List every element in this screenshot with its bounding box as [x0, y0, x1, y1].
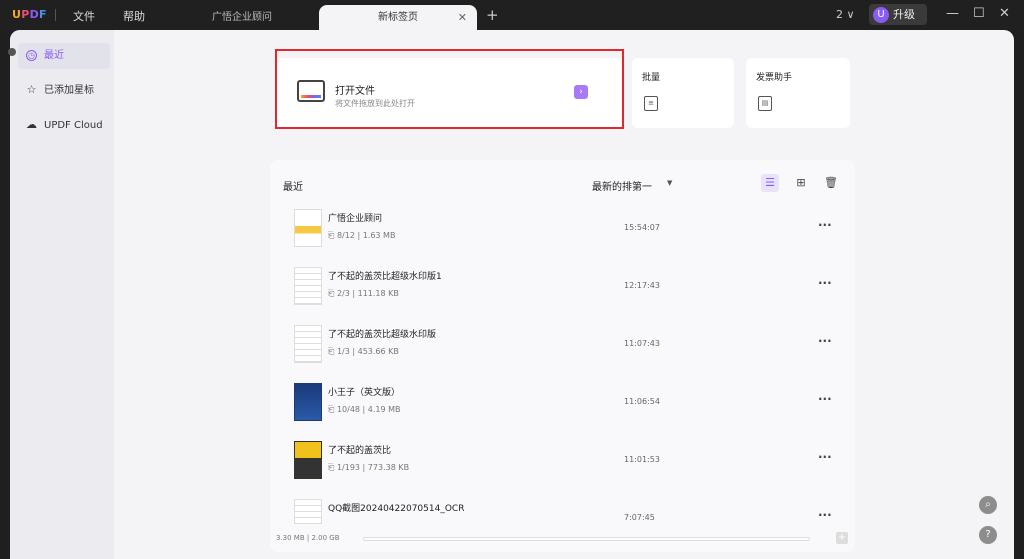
minimize-icon[interactable]: — — [946, 6, 959, 21]
sidebar-item-label: 最近 — [44, 50, 64, 61]
file-size: 1.63 MB — [362, 231, 396, 240]
file-name: 广悟企业顾问 — [328, 214, 383, 224]
more-icon[interactable]: ··· — [818, 218, 832, 232]
file-thumbnail — [294, 209, 322, 247]
recent-title: 最近 — [283, 182, 303, 193]
grid-view-icon[interactable]: ⊞ — [792, 174, 810, 192]
file-time: 11:01:53 — [624, 455, 660, 464]
file-name: 了不起的盖茨比 — [328, 446, 392, 456]
file-meta: ⎗ 2/3 | 111.18 KB — [328, 289, 399, 298]
menu-separator — [55, 9, 56, 21]
page-count-dropdown[interactable]: 2 ∨ — [836, 8, 855, 21]
batch-title: 批量 — [642, 73, 661, 83]
storage-usage: 3.30 MB | 2.00 GB — [276, 534, 340, 542]
invoice-title: 发票助手 — [756, 73, 793, 83]
file-name: 小王子（英文版） — [328, 388, 401, 398]
clock-icon: ◷ — [26, 50, 37, 61]
list-item[interactable]: 广悟企业顾问 ⎗ 8/12 | 1.63 MB 15:54:07 ··· — [270, 202, 855, 260]
more-icon[interactable]: ··· — [818, 508, 832, 522]
storage-bar — [363, 537, 810, 541]
tab-new[interactable]: 新标签页 ✕ — [319, 5, 477, 30]
tab-label: 广悟企业顾问 — [212, 12, 272, 23]
list-view-icon[interactable]: ☰ — [761, 174, 779, 192]
recent-files-panel: 最近 最新的排第一 ▼ ☰ ⊞ 🗑 广悟企业顾问 ⎗ 8/12 | 1.63 M… — [270, 160, 855, 552]
file-thumbnail — [294, 325, 322, 363]
file-time: 7:07:45 — [624, 513, 655, 522]
file-pages: 8/12 — [336, 231, 355, 240]
file-size: 4.19 MB — [367, 405, 401, 414]
close-window-icon[interactable]: ✕ — [999, 6, 1010, 21]
file-name: 了不起的盖茨比超级水印版 — [328, 330, 437, 340]
tab-label: 新标签页 — [378, 12, 418, 23]
list-item[interactable]: QQ截图20240422070514_OCR 7:07:45 ··· — [270, 492, 855, 524]
file-pages: 1/3 — [336, 347, 350, 356]
file-time: 11:07:43 — [624, 339, 660, 348]
tab-document[interactable]: 广悟企业顾问 — [190, 5, 315, 30]
file-name: QQ截图20240422070514_OCR — [328, 504, 465, 514]
caret-down-icon[interactable]: ▼ — [667, 179, 672, 187]
more-icon[interactable]: ··· — [818, 276, 832, 290]
file-pages: 1/193 — [336, 463, 361, 472]
list-item[interactable]: 了不起的盖茨比超级水印版 ⎗ 1/3 | 453.66 KB 11:07:43 … — [270, 318, 855, 376]
file-meta: ⎗ 1/3 | 453.66 KB — [328, 347, 399, 356]
search-icon[interactable]: ⌕ — [979, 496, 997, 514]
more-icon[interactable]: ··· — [818, 334, 832, 348]
file-pages: 2/3 — [336, 289, 350, 298]
file-meta: ⎗ 8/12 | 1.63 MB — [328, 231, 396, 240]
cloud-icon: ☁ — [26, 118, 37, 131]
sidebar-item-cloud[interactable]: ☁ UPDF Cloud — [18, 113, 110, 139]
file-name: 了不起的盖茨比超级水印版1 — [328, 272, 442, 282]
more-icon[interactable]: ··· — [818, 392, 832, 406]
file-time: 15:54:07 — [624, 223, 660, 232]
updf-logo: UPDF — [12, 8, 47, 21]
list-item[interactable]: 了不起的盖茨比 ⎗ 1/193 | 773.38 KB 11:01:53 ··· — [270, 434, 855, 492]
highlight-box — [275, 49, 624, 129]
plus-icon[interactable]: + — [836, 532, 848, 544]
menu-help[interactable]: 帮助 — [123, 8, 145, 24]
sidebar-item-recent[interactable]: ◷ 最近 — [18, 43, 110, 69]
upgrade-label: 升级 — [893, 8, 915, 21]
upgrade-button[interactable]: U 升级 — [869, 4, 927, 25]
more-icon[interactable]: ··· — [818, 450, 832, 464]
sidebar-collapse-icon[interactable] — [8, 48, 16, 56]
sidebar-item-label: UPDF Cloud — [44, 120, 103, 131]
file-thumbnail — [294, 267, 322, 305]
list-item[interactable]: 小王子（英文版） ⎗ 10/48 | 4.19 MB 11:06:54 ··· — [270, 376, 855, 434]
list-item[interactable]: 了不起的盖茨比超级水印版1 ⎗ 2/3 | 111.18 KB 12:17:43… — [270, 260, 855, 318]
user-avatar: U — [873, 7, 889, 23]
batch-icon: ≡ — [644, 96, 658, 111]
close-icon[interactable]: ✕ — [458, 5, 467, 30]
file-time: 12:17:43 — [624, 281, 660, 290]
file-size: 773.38 KB — [367, 463, 410, 472]
invoice-icon: ▤ — [758, 96, 772, 111]
invoice-assistant-card[interactable]: 发票助手 ▤ — [746, 58, 850, 128]
file-size: 111.18 KB — [357, 289, 399, 298]
file-pages: 10/48 — [336, 405, 361, 414]
trash-icon[interactable]: 🗑 — [822, 174, 840, 192]
recent-list: 广悟企业顾问 ⎗ 8/12 | 1.63 MB 15:54:07 ··· 了不起… — [270, 202, 855, 524]
main-window: ◷ 最近 ☆ 已添加星标 ☁ UPDF Cloud 打开文件 将文件拖放到此处打… — [8, 30, 1014, 559]
file-time: 11:06:54 — [624, 397, 660, 406]
file-thumbnail — [294, 441, 322, 479]
file-size: 453.66 KB — [357, 347, 399, 356]
title-bar: UPDF 文件 帮助 广悟企业顾问 新标签页 ✕ + 2 ∨ U 升级 — ☐ ✕ — [0, 0, 1024, 30]
batch-card[interactable]: 批量 ≡ — [632, 58, 734, 128]
sort-dropdown[interactable]: 最新的排第一 — [592, 178, 652, 193]
sidebar: ◷ 最近 ☆ 已添加星标 ☁ UPDF Cloud — [8, 30, 114, 559]
sidebar-item-label: 已添加星标 — [44, 85, 94, 96]
file-thumbnail — [294, 383, 322, 421]
menu-file[interactable]: 文件 — [73, 8, 95, 24]
star-icon: ☆ — [26, 83, 37, 96]
file-meta: ⎗ 1/193 | 773.38 KB — [328, 463, 410, 472]
help-icon[interactable]: ? — [979, 526, 997, 544]
add-tab-icon[interactable]: + — [486, 6, 499, 24]
sidebar-item-starred[interactable]: ☆ 已添加星标 — [18, 78, 110, 104]
maximize-icon[interactable]: ☐ — [973, 6, 985, 21]
file-thumbnail — [294, 499, 322, 524]
file-meta: ⎗ 10/48 | 4.19 MB — [328, 405, 401, 414]
